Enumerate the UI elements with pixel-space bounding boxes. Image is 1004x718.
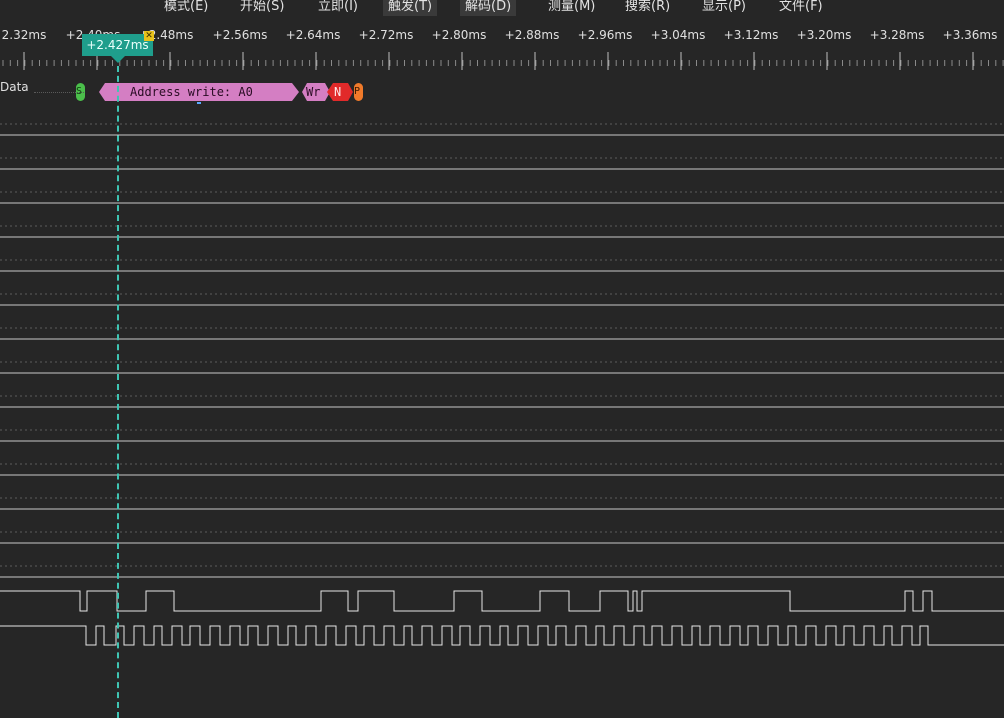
decode-address-label[interactable]: Address write: A0: [130, 85, 253, 99]
decode-nack-label[interactable]: N: [334, 85, 341, 99]
cursor-time-flag[interactable]: +2.427ms: [82, 34, 153, 56]
decode-stop-label: P: [354, 86, 361, 97]
waveform-scl: [0, 625, 1004, 646]
close-icon[interactable]: ✕: [144, 31, 154, 41]
decode-start-label: S: [76, 86, 83, 97]
waveform-sda: [0, 590, 1004, 612]
cursor-pointer-icon: [111, 56, 125, 63]
decode-rw-label[interactable]: Wr: [306, 85, 320, 99]
logic-analyzer-window: 模式(E) 开始(S) 立即(I) 触发(T) 解码(D) 测量(M) 搜索(R…: [0, 0, 1004, 718]
time-cursor-line[interactable]: [117, 56, 119, 718]
waveform-area[interactable]: [0, 0, 1004, 718]
decoder-channel-label[interactable]: Data: [0, 80, 29, 94]
